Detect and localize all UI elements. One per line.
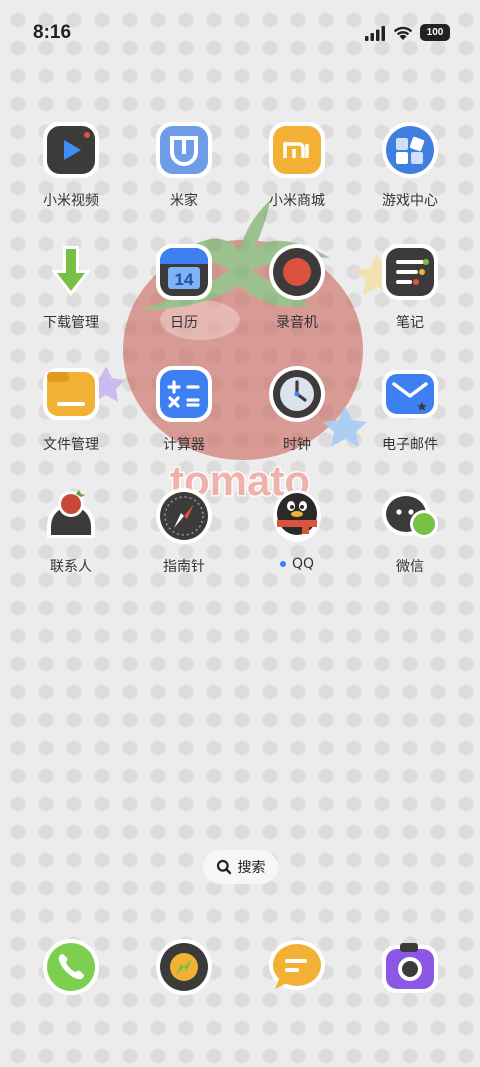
app-compass[interactable]: 指南针 [129, 484, 239, 576]
app-label: 日历 [170, 315, 198, 331]
app-label: 微信 [396, 559, 424, 575]
app-calendar[interactable]: 14 日历 [129, 240, 239, 332]
wechat-icon [378, 484, 442, 548]
wifi-icon [393, 26, 413, 40]
app-game-center[interactable]: 游戏中心 [355, 118, 465, 210]
mi-video-icon [39, 118, 103, 182]
app-label: 指南针 [163, 559, 205, 575]
app-label: 下载管理 [43, 315, 99, 331]
qq-label-text: QQ [291, 556, 315, 572]
clock-icon [265, 362, 329, 426]
phone-icon [43, 939, 99, 995]
app-label: 电子邮件 [382, 437, 438, 453]
folder-icon [39, 362, 103, 426]
app-label: 计算器 [163, 437, 205, 453]
app-label: 小米视频 [43, 193, 99, 209]
battery-icon: 100 [420, 24, 450, 41]
app-notes[interactable]: 笔记 [355, 240, 465, 332]
contacts-icon [39, 484, 103, 548]
mijia-icon [152, 118, 216, 182]
mi-store-icon [265, 118, 329, 182]
dock-browser[interactable] [152, 935, 216, 999]
messages-icon [269, 940, 325, 990]
app-label: 文件管理 [43, 437, 99, 453]
app-wechat[interactable]: 微信 [355, 484, 465, 576]
game-center-icon [378, 118, 442, 182]
download-icon [39, 240, 103, 304]
app-mi-store[interactable]: 小米商城 [242, 118, 352, 210]
compass-icon [152, 484, 216, 548]
calendar-icon: 14 [152, 240, 216, 304]
app-file-manager[interactable]: 文件管理 [16, 362, 126, 454]
app-label: 笔记 [396, 315, 424, 331]
app-clock[interactable]: 时钟 [242, 362, 352, 454]
notes-icon [378, 240, 442, 304]
app-recorder[interactable]: 录音机 [242, 240, 352, 332]
app-qq[interactable]: QQ [242, 484, 352, 572]
camera-icon [382, 943, 438, 993]
app-label: 游戏中心 [382, 193, 438, 209]
signal-icon [365, 25, 385, 41]
search-icon [216, 859, 231, 875]
app-label: 录音机 [276, 315, 318, 331]
status-time: 8:16 [33, 22, 72, 43]
dock-messages[interactable] [265, 935, 329, 999]
app-download-manager[interactable]: 下载管理 [16, 240, 126, 332]
calculator-icon [152, 362, 216, 426]
status-bar: 8:16 100 [0, 0, 480, 66]
search-button[interactable]: 搜索 [203, 850, 278, 884]
app-label: 时钟 [283, 437, 311, 453]
mail-icon [378, 362, 442, 426]
app-label: 小米商城 [269, 193, 325, 209]
app-calculator[interactable]: 计算器 [129, 362, 239, 454]
app-label: 联系人 [50, 559, 92, 575]
recorder-icon [265, 240, 329, 304]
dock-camera[interactable] [378, 935, 442, 999]
app-contacts[interactable]: 联系人 [16, 484, 126, 576]
status-icons: 100 [364, 24, 450, 41]
app-mi-video[interactable]: 小米视频 [16, 118, 126, 210]
browser-icon [156, 939, 212, 995]
app-email[interactable]: 电子邮件 [355, 362, 465, 454]
calendar-day: 14 [175, 270, 194, 289]
search-label: 搜索 [237, 860, 266, 876]
new-indicator-dot [279, 561, 286, 567]
qq-icon [265, 484, 329, 548]
app-label: QQ [279, 556, 315, 572]
app-mijia[interactable]: 米家 [129, 118, 239, 210]
app-label: 米家 [170, 193, 198, 209]
dock-phone[interactable] [39, 935, 103, 999]
